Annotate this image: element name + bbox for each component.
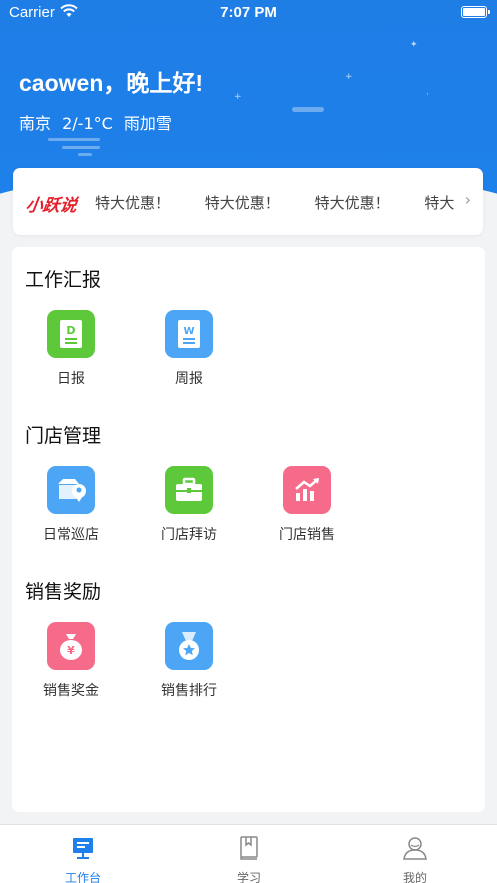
app-sales-ranking[interactable]: 销售排行 [139,622,239,700]
star-decoration: + [345,72,353,82]
section-title-sales-rewards: 销售奖励 [25,581,102,603]
money-bag-icon: ¥ [47,622,95,670]
daily-report-icon: D [47,310,95,358]
app-store-patrol[interactable]: 日常巡店 [21,466,121,544]
svg-text:W: W [183,326,194,337]
notice-item[interactable]: 特大... [424,194,455,212]
app-sales-bonus[interactable]: ¥ 销售奖金 [21,622,121,700]
app-store-visit[interactable]: 门店拜访 [139,466,239,544]
tab-label: 学习 [236,871,261,883]
clock: 7:07 PM [220,4,277,21]
section-title-store-management: 门店管理 [25,425,102,447]
tab-bar: 工作台 学习 我的 [0,824,497,883]
sales-chart-icon [283,466,331,514]
weather-condition: 雨加雪 [123,114,172,133]
greeting-text: caowen，晚上好! [19,70,204,96]
tab-workbench[interactable]: 工作台 [0,825,166,883]
tab-label: 工作台 [64,871,101,883]
status-bar: Carrier 7:07 PM [0,0,497,26]
app-label: 日常巡店 [43,527,99,543]
book-icon [240,836,258,860]
tab-mine[interactable]: 我的 [332,825,497,883]
briefcase-icon [165,466,213,514]
weekly-report-icon: W [165,310,213,358]
cloud-decoration [62,146,100,149]
weather-temperature: 2/-1°C [62,114,113,133]
weather-info: 南京 2/-1°C 雨加雪 [19,110,178,134]
notice-banner[interactable]: 小跃说 特大优惠！ 特大优惠！ 特大优惠！ 特大... › [13,168,483,235]
medal-icon [165,622,213,670]
section-title-work-report: 工作汇报 [25,269,102,291]
notice-marquee[interactable]: 特大优惠！ 特大优惠！ 特大优惠！ 特大... [95,192,455,213]
app-weekly-report[interactable]: W 周报 [139,310,239,388]
workbench-icon [73,838,93,859]
star-decoration: · [426,90,429,100]
star-decoration: + [234,92,242,102]
store-patrol-icon [47,466,95,514]
notice-item[interactable]: 特大优惠！ [315,194,390,212]
tab-label: 我的 [402,871,427,883]
tab-study[interactable]: 学习 [166,825,332,883]
svg-text:D: D [66,324,75,337]
chevron-right-icon[interactable]: › [465,190,471,209]
app-label: 销售排行 [161,683,217,699]
app-daily-report[interactable]: D 日报 [21,310,121,388]
svg-text:¥: ¥ [67,644,75,657]
star-decoration: ✦ [410,40,418,50]
app-label: 门店拜访 [161,527,217,543]
notice-item[interactable]: 特大优惠！ [205,194,280,212]
cloud-decoration [48,138,100,141]
weather-city: 南京 [19,114,52,133]
function-card: 工作汇报 D 日报 W 周报 门店管理 日常巡店 门店拜访 门店销售 销售奖励 … [12,247,485,812]
notice-logo: 小跃说 [24,196,79,215]
app-label: 日报 [57,371,85,387]
notice-item[interactable]: 特大优惠！ [95,194,170,212]
app-label: 周报 [175,371,203,387]
cloud-decoration [78,153,92,156]
app-label: 销售奖金 [43,683,99,699]
cloud-decoration [292,107,324,112]
user-icon [403,837,427,860]
app-store-sales[interactable]: 门店销售 [257,466,357,544]
app-label: 门店销售 [279,527,335,543]
battery-icon [461,6,490,18]
